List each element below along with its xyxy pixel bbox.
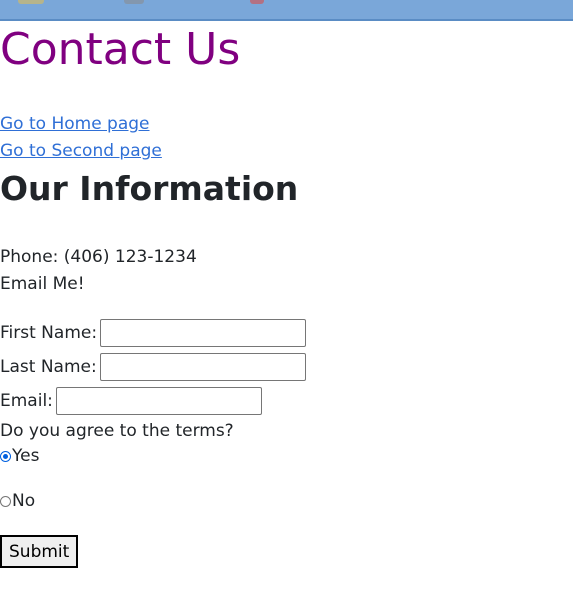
browser-bookmarks-bar [0,0,573,21]
last-name-label: Last Name: [0,357,97,377]
last-name-row: Last Name: [0,350,306,384]
phone-text: Phone: (406) 123-1234 [0,247,197,267]
first-name-label: First Name: [0,323,98,343]
home-page-link[interactable]: Go to Home page [0,113,150,135]
terms-question: Do you agree to the terms? [0,421,234,441]
radio-button-no[interactable] [0,495,11,507]
radio-label-no: No [12,491,36,511]
email-row: Email: [0,384,262,418]
radio-button-yes[interactable] [0,450,11,462]
submit-button[interactable]: Submit [0,535,79,568]
bookmark-icon[interactable] [124,0,144,4]
first-name-field[interactable] [100,319,307,347]
terms-option-yes[interactable]: Yes [0,446,39,466]
first-name-row: First Name: [0,316,307,350]
page-title: Contact Us [0,24,241,75]
terms-option-no[interactable]: No [0,491,35,511]
bookmark-icon[interactable] [250,0,264,4]
bookmark-icon[interactable] [18,0,44,4]
email-label: Email: [0,391,53,411]
email-me-text[interactable]: Email Me! [0,273,85,295]
section-heading: Our Information [0,169,299,208]
second-page-link[interactable]: Go to Second page [0,140,162,162]
radio-label-yes: Yes [12,446,40,466]
email-field[interactable] [55,387,262,415]
last-name-field[interactable] [99,353,306,381]
